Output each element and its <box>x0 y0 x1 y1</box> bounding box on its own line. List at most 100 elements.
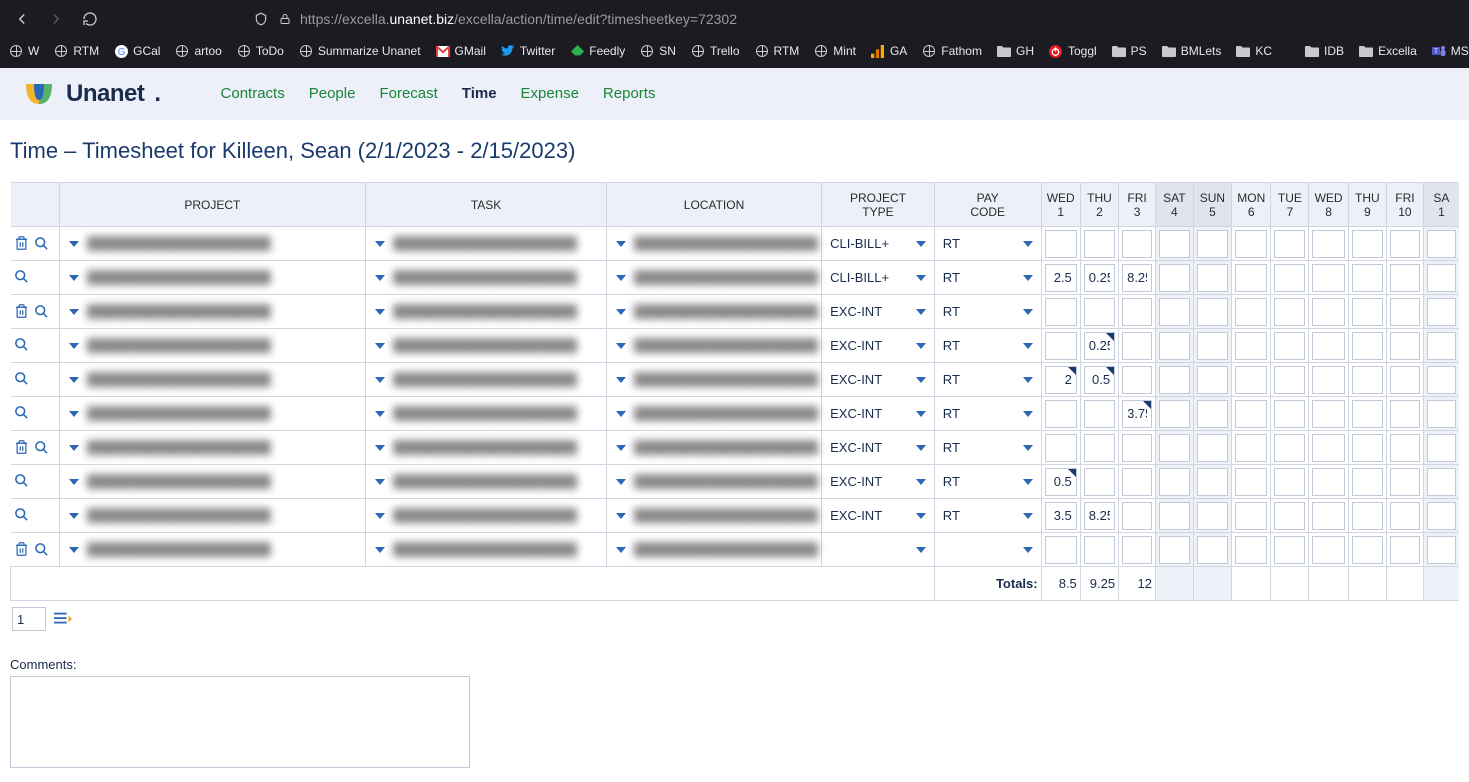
bookmark-Mint[interactable]: Mint <box>813 43 856 59</box>
bookmark-GMail[interactable]: GMail <box>435 43 486 59</box>
task-cell[interactable]: ████████████████████ <box>366 397 607 431</box>
back-button[interactable] <box>8 5 36 33</box>
pcode-dropdown[interactable]: RT <box>938 368 1038 392</box>
hours-input[interactable] <box>1159 298 1190 326</box>
project-dropdown[interactable] <box>63 368 83 392</box>
bookmark-ToDo[interactable]: ToDo <box>236 43 284 59</box>
add-rows-button[interactable] <box>54 611 72 627</box>
project-cell[interactable]: ████████████████████ <box>59 465 366 499</box>
location-cell[interactable]: ████████████████████ <box>606 363 821 397</box>
hours-input[interactable] <box>1312 400 1344 428</box>
hours-input[interactable] <box>1197 230 1228 258</box>
hours-input[interactable] <box>1390 298 1420 326</box>
ptype-dropdown[interactable]: EXC-INT <box>825 300 931 324</box>
pcode-dropdown[interactable]: RT <box>938 334 1038 358</box>
task-cell[interactable]: ████████████████████ <box>366 431 607 465</box>
hours-input[interactable] <box>1427 434 1456 462</box>
hours-input[interactable] <box>1235 230 1267 258</box>
hours-input[interactable] <box>1084 298 1115 326</box>
task-dropdown[interactable] <box>369 504 389 528</box>
hours-input[interactable] <box>1045 230 1077 258</box>
hours-input[interactable] <box>1312 332 1344 360</box>
task-dropdown[interactable] <box>369 300 389 324</box>
task-cell[interactable]: ████████████████████ <box>366 261 607 295</box>
hours-input[interactable] <box>1197 264 1228 292</box>
bookmark-Toggl[interactable]: Toggl <box>1048 43 1097 59</box>
delete-row-button[interactable] <box>13 540 31 558</box>
hours-input[interactable] <box>1352 434 1383 462</box>
hours-input[interactable] <box>1045 298 1077 326</box>
row-detail-button[interactable] <box>33 438 51 456</box>
bookmark-Trello[interactable]: Trello <box>690 43 740 59</box>
hours-input[interactable] <box>1122 332 1152 360</box>
pcode-dropdown[interactable]: RT <box>938 266 1038 290</box>
hours-input[interactable] <box>1274 434 1305 462</box>
hours-input[interactable] <box>1159 434 1190 462</box>
hours-input[interactable] <box>1390 366 1420 394</box>
task-dropdown[interactable] <box>369 436 389 460</box>
location-dropdown[interactable] <box>610 368 630 392</box>
hours-input[interactable] <box>1427 230 1456 258</box>
comments-input[interactable] <box>10 676 470 768</box>
location-dropdown[interactable] <box>610 402 630 426</box>
nav-people[interactable]: People <box>309 85 356 102</box>
project-dropdown[interactable] <box>63 504 83 528</box>
hours-input[interactable] <box>1197 400 1228 428</box>
task-dropdown[interactable] <box>369 266 389 290</box>
project-cell[interactable]: ████████████████████ <box>59 499 366 533</box>
project-cell[interactable]: ████████████████████ <box>59 261 366 295</box>
project-dropdown[interactable] <box>63 232 83 256</box>
hours-input[interactable] <box>1197 434 1228 462</box>
bookmark-PS[interactable]: PS <box>1111 43 1147 59</box>
task-cell[interactable]: ████████████████████ <box>366 363 607 397</box>
location-dropdown[interactable] <box>610 232 630 256</box>
task-dropdown[interactable] <box>369 470 389 494</box>
hours-input[interactable] <box>1352 366 1383 394</box>
hours-input[interactable] <box>1235 536 1267 564</box>
hours-input[interactable] <box>1084 536 1115 564</box>
brand-logo[interactable]: Unanet. <box>22 80 161 108</box>
task-dropdown[interactable] <box>369 402 389 426</box>
hours-input[interactable] <box>1084 230 1115 258</box>
bookmark-IDB[interactable]: IDB <box>1304 43 1344 59</box>
hours-input[interactable] <box>1274 230 1305 258</box>
hours-input[interactable] <box>1312 502 1344 530</box>
hours-input[interactable] <box>1390 400 1420 428</box>
hours-input[interactable] <box>1122 366 1152 394</box>
hours-input[interactable] <box>1235 298 1267 326</box>
ptype-dropdown[interactable]: EXC-INT <box>825 504 931 528</box>
nav-contracts[interactable]: Contracts <box>221 85 285 102</box>
location-cell[interactable]: ████████████████████ <box>606 397 821 431</box>
project-dropdown[interactable] <box>63 436 83 460</box>
hours-input[interactable] <box>1390 536 1420 564</box>
project-cell[interactable]: ████████████████████ <box>59 227 366 261</box>
task-dropdown[interactable] <box>369 232 389 256</box>
location-cell[interactable]: ████████████████████ <box>606 431 821 465</box>
hours-input[interactable] <box>1197 502 1228 530</box>
ptype-dropdown[interactable] <box>825 538 931 562</box>
bookmark-Summarize Unanet[interactable]: Summarize Unanet <box>298 43 421 59</box>
ptype-dropdown[interactable]: CLI-BILL+ <box>825 266 931 290</box>
project-dropdown[interactable] <box>63 402 83 426</box>
hours-input[interactable] <box>1197 468 1228 496</box>
hours-input[interactable] <box>1274 332 1305 360</box>
location-dropdown[interactable] <box>610 266 630 290</box>
hours-input[interactable] <box>1159 264 1190 292</box>
add-rows-count-input[interactable] <box>12 607 46 631</box>
hours-input[interactable] <box>1159 332 1190 360</box>
hours-input[interactable] <box>1084 502 1115 530</box>
row-detail-button[interactable] <box>13 370 31 388</box>
project-dropdown[interactable] <box>63 300 83 324</box>
note-indicator-icon[interactable] <box>1106 333 1114 341</box>
location-cell[interactable]: ████████████████████ <box>606 533 821 567</box>
hours-input[interactable] <box>1122 536 1152 564</box>
hours-input[interactable] <box>1274 468 1305 496</box>
hours-input[interactable] <box>1159 400 1190 428</box>
row-detail-button[interactable] <box>33 540 51 558</box>
location-dropdown[interactable] <box>610 334 630 358</box>
bookmark-GA[interactable]: GA <box>870 43 907 59</box>
hours-input[interactable] <box>1352 536 1383 564</box>
nav-forecast[interactable]: Forecast <box>379 85 437 102</box>
hours-input[interactable] <box>1427 264 1456 292</box>
hours-input[interactable] <box>1390 434 1420 462</box>
